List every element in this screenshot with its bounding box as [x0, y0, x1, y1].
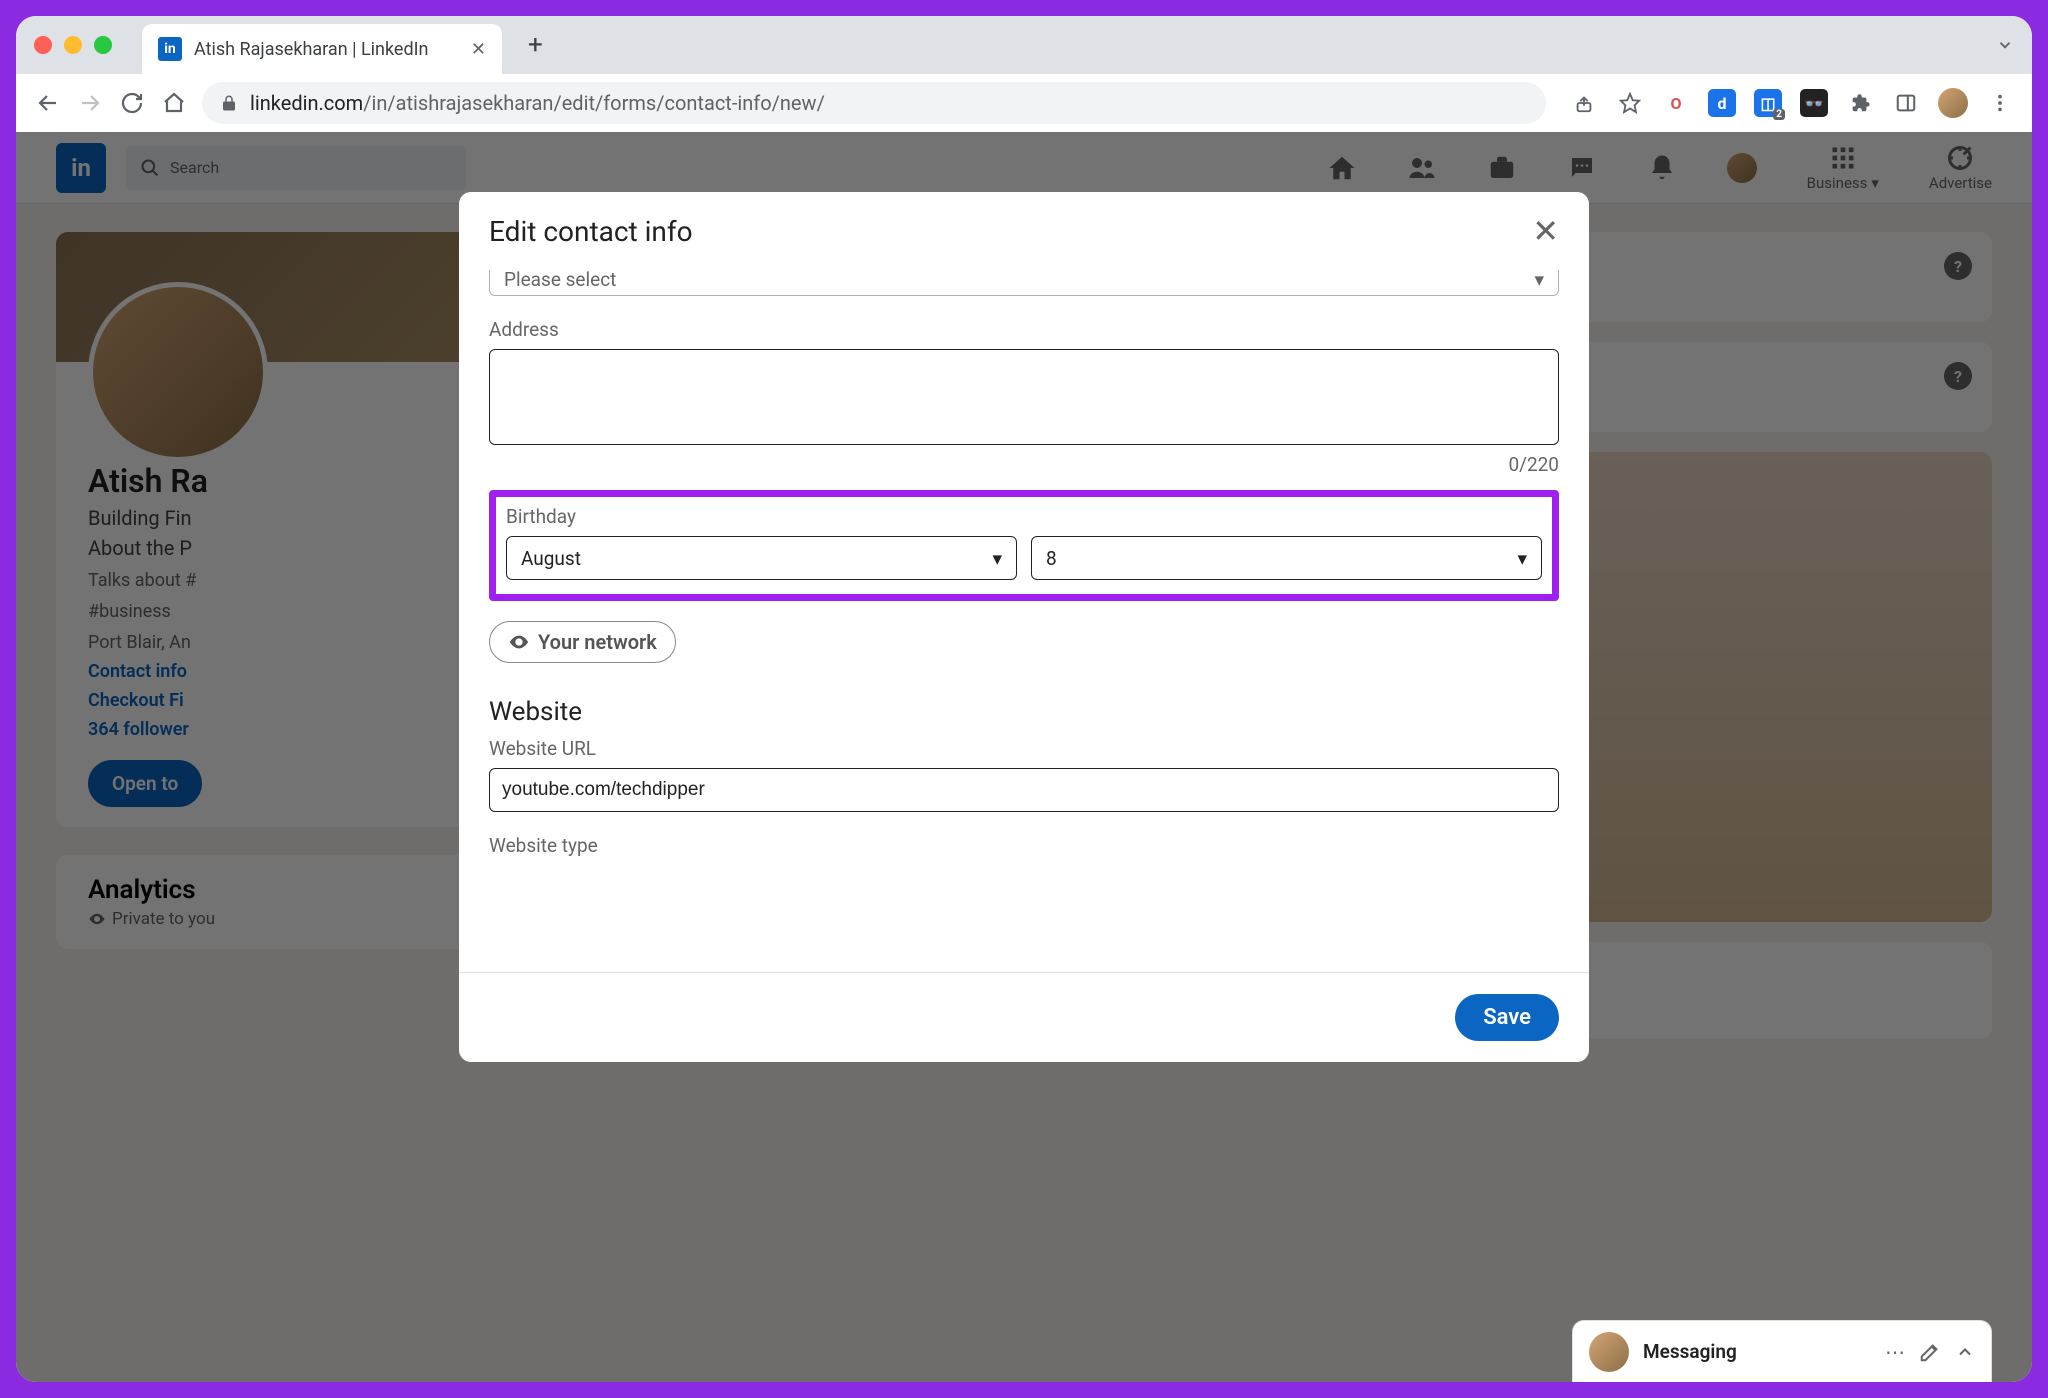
website-section-title: Website: [489, 697, 1559, 727]
browser-tab-bar: in Atish Rajasekharan | LinkedIn ✕ +: [16, 16, 2032, 74]
chevron-down-icon: ▾: [1534, 270, 1544, 291]
window-controls: [34, 36, 112, 54]
extension-opera-icon[interactable]: O: [1662, 89, 1690, 117]
chevron-up-icon[interactable]: [1955, 1342, 1975, 1362]
lock-icon: [220, 94, 238, 112]
messaging-title: Messaging: [1643, 1340, 1871, 1363]
website-type-label: Website type: [489, 834, 1559, 857]
forward-button[interactable]: [76, 89, 104, 117]
website-url-input[interactable]: [489, 768, 1559, 812]
window-minimize-icon[interactable]: [64, 36, 82, 54]
browser-toolbar: linkedin.com/in/atishrajasekharan/edit/f…: [16, 74, 2032, 132]
modal-close-button[interactable]: ✕: [1532, 212, 1559, 250]
window-maximize-icon[interactable]: [94, 36, 112, 54]
compose-icon[interactable]: [1919, 1341, 1941, 1363]
extension-d-icon[interactable]: d: [1708, 89, 1736, 117]
bookmark-star-icon[interactable]: [1616, 89, 1644, 117]
window-close-icon[interactable]: [34, 36, 52, 54]
tab-title: Atish Rajasekharan | LinkedIn: [194, 39, 428, 60]
sidepanel-icon[interactable]: [1892, 89, 1920, 117]
linkedin-favicon-icon: in: [158, 37, 182, 61]
birthday-highlight: Birthday August ▾ 8 ▾: [489, 490, 1559, 601]
im-type-select[interactable]: Please select ▾: [489, 270, 1559, 296]
tabs-dropdown-icon[interactable]: [1996, 36, 2014, 54]
address-label: Address: [489, 318, 1559, 341]
back-button[interactable]: [34, 89, 62, 117]
birthday-day-select[interactable]: 8 ▾: [1031, 536, 1542, 580]
url-host: linkedin.com: [250, 91, 363, 115]
website-url-label: Website URL: [489, 737, 1559, 760]
share-icon[interactable]: [1570, 89, 1598, 117]
modal-title: Edit contact info: [489, 215, 693, 248]
close-tab-icon[interactable]: ✕: [471, 39, 486, 60]
browser-menu-icon[interactable]: [1986, 89, 2014, 117]
browser-tab[interactable]: in Atish Rajasekharan | LinkedIn ✕: [142, 24, 502, 74]
url-path: /in/atishrajasekharan/edit/forms/contact…: [363, 91, 825, 115]
reload-button[interactable]: [118, 89, 146, 117]
extension-notes-icon[interactable]: ◫2: [1754, 89, 1782, 117]
chevron-down-icon: ▾: [992, 547, 1002, 570]
profile-avatar-icon[interactable]: [1938, 88, 1968, 118]
birthday-label: Birthday: [506, 505, 1542, 528]
more-icon[interactable]: ⋯: [1885, 1340, 1905, 1364]
save-button[interactable]: Save: [1455, 994, 1559, 1041]
visibility-chip[interactable]: Your network: [489, 621, 676, 663]
extensions-puzzle-icon[interactable]: [1846, 89, 1874, 117]
extension-glasses-icon[interactable]: 👓: [1800, 89, 1828, 117]
address-bar[interactable]: linkedin.com/in/atishrajasekharan/edit/f…: [202, 82, 1546, 124]
edit-contact-modal: Edit contact info ✕ Please select ▾ Addr…: [459, 192, 1589, 1062]
char-count: 0/220: [489, 453, 1559, 476]
home-button[interactable]: [160, 89, 188, 117]
new-tab-button[interactable]: +: [528, 30, 543, 60]
birthday-month-select[interactable]: August ▾: [506, 536, 1017, 580]
address-textarea[interactable]: [489, 349, 1559, 445]
chevron-down-icon: ▾: [1517, 547, 1527, 570]
messaging-bar[interactable]: Messaging ⋯: [1572, 1320, 1992, 1382]
messaging-avatar-icon: [1589, 1332, 1629, 1372]
